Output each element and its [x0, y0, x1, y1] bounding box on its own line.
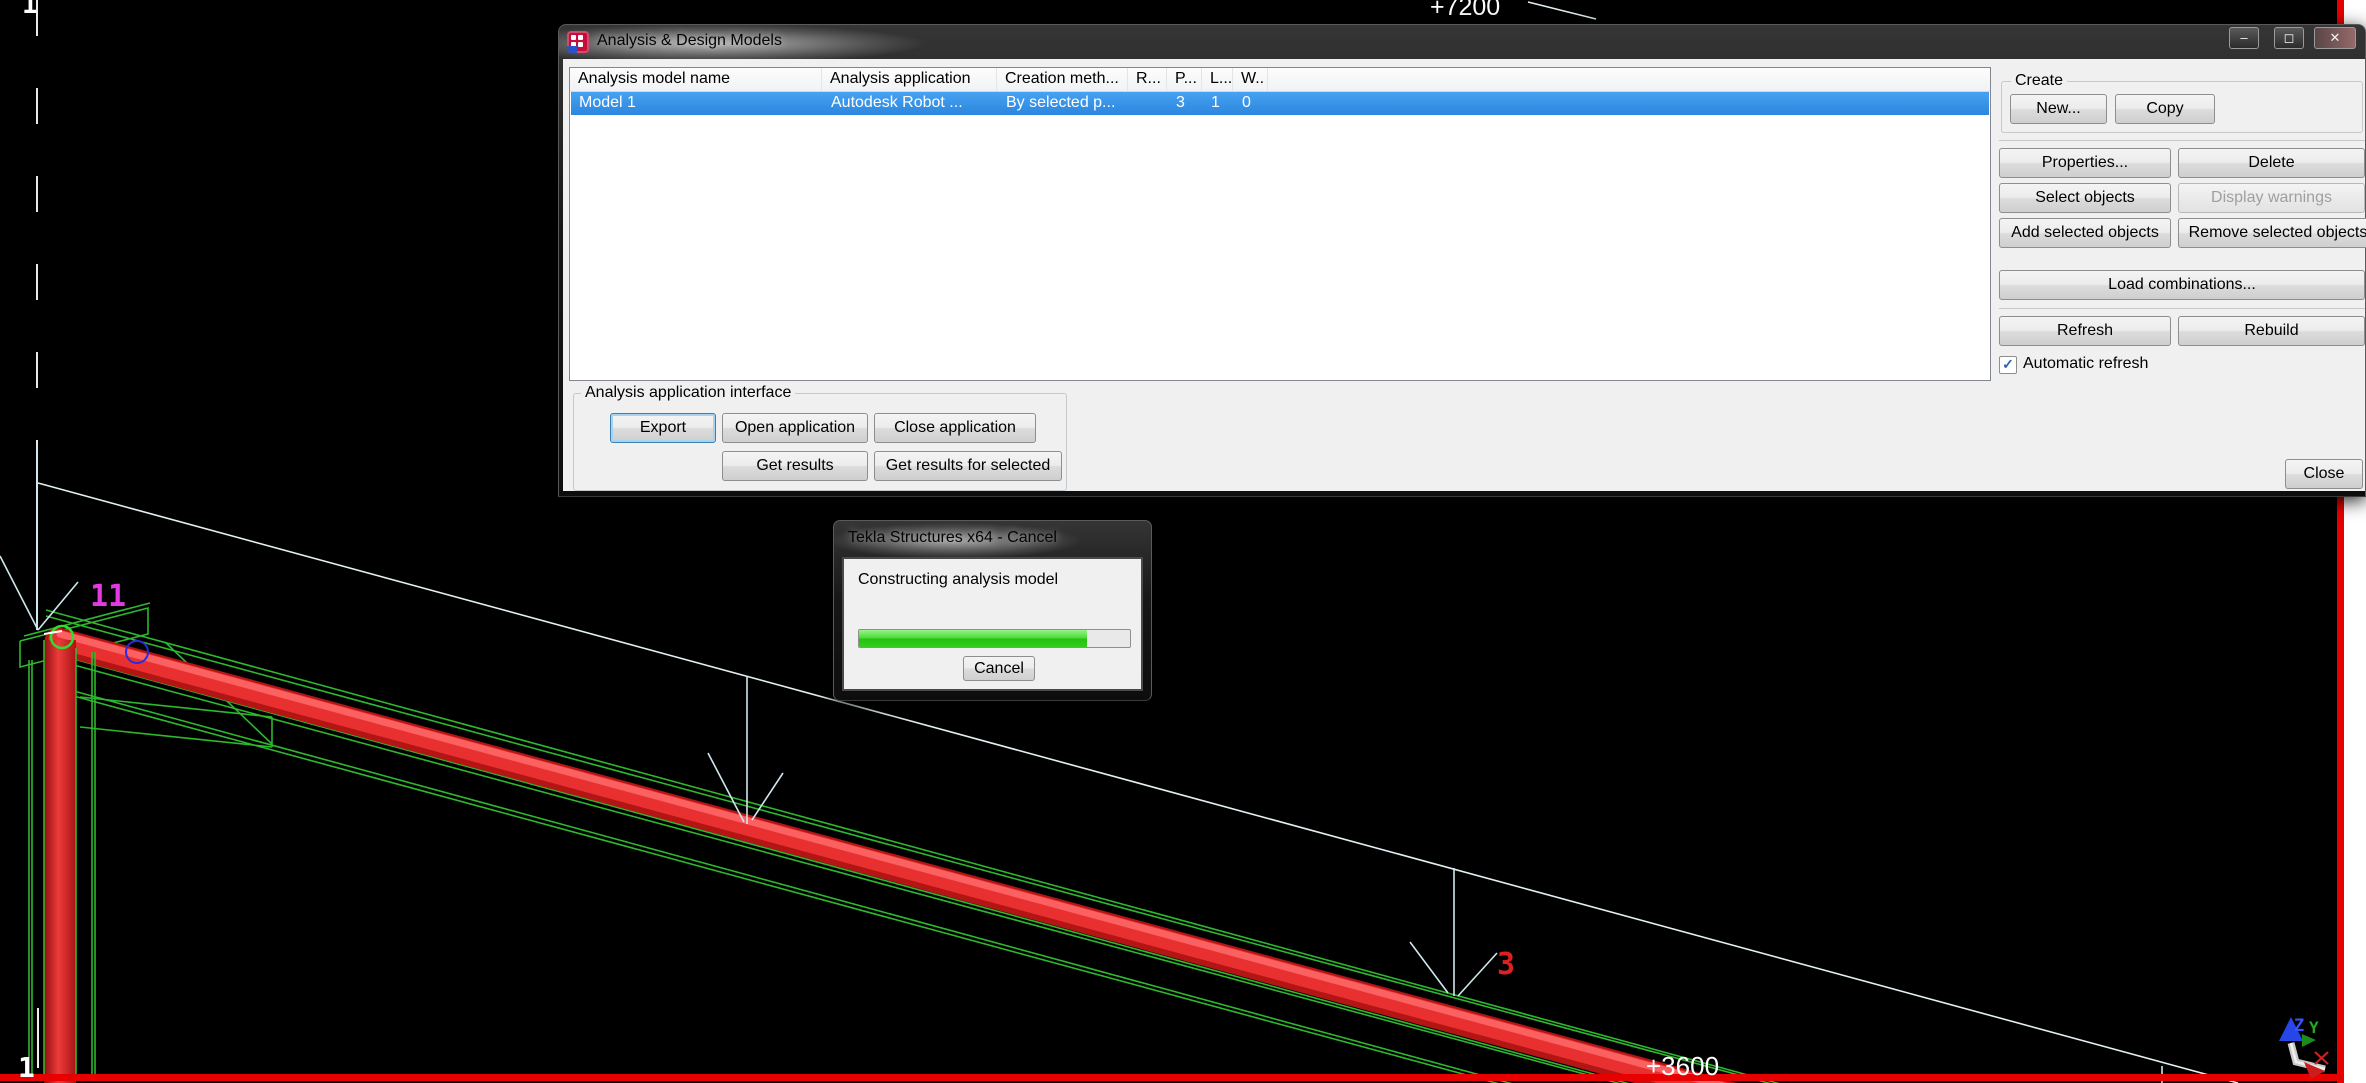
- load-combinations-button[interactable]: Load combinations...: [1999, 270, 2365, 300]
- close-dialog-button[interactable]: Close: [2285, 459, 2363, 489]
- column-header[interactable]: Creation meth...: [997, 68, 1128, 91]
- dialog-title: Analysis & Design Models: [597, 32, 782, 50]
- analysis-models-table: Analysis model name Analysis application…: [569, 67, 1991, 381]
- column-header[interactable]: L...: [1202, 68, 1233, 91]
- cell-l: 1: [1203, 92, 1234, 115]
- cell-application: Autodesk Robot ...: [823, 92, 998, 115]
- properties-button[interactable]: Properties...: [1999, 148, 2171, 178]
- add-selected-objects-button[interactable]: Add selected objects: [1999, 218, 2171, 248]
- grid-line-1: [37, 0, 38, 1068]
- delete-button[interactable]: Delete: [2178, 148, 2365, 178]
- copy-button[interactable]: Copy: [2115, 94, 2215, 124]
- remove-selected-objects-button[interactable]: Remove selected objects: [2178, 218, 2366, 248]
- elevation-label-top: +7200: [1430, 0, 1500, 21]
- get-results-for-selected-button[interactable]: Get results for selected: [874, 451, 1062, 481]
- ucs-axes-icon: Z Y: [2279, 1016, 2328, 1079]
- new-button[interactable]: New...: [2010, 94, 2107, 124]
- tekla-icon: [567, 31, 589, 53]
- open-application-button[interactable]: Open application: [722, 413, 868, 443]
- table-row-selected[interactable]: Model 1 Autodesk Robot ... By selected p…: [571, 92, 1989, 115]
- dialog-titlebar[interactable]: Analysis & Design Models – ◻ ✕: [559, 25, 2365, 59]
- display-warnings-button[interactable]: Display warnings: [2178, 183, 2365, 213]
- progress-bar: [858, 629, 1131, 648]
- bottom-beam-strip: [0, 1074, 2344, 1081]
- grid-label-bottom: 1: [18, 1051, 35, 1083]
- elevation-label-bottom: +3600: [1646, 1051, 1719, 1081]
- progress-title: Tekla Structures x64 - Cancel: [848, 529, 1057, 547]
- progress-fill: [859, 630, 1087, 647]
- cell-p: 3: [1168, 92, 1203, 115]
- close-application-button[interactable]: Close application: [874, 413, 1036, 443]
- automatic-refresh-checkbox[interactable]: ✓: [1999, 356, 2017, 374]
- column-header[interactable]: P...: [1167, 68, 1202, 91]
- node-label-3: 3: [1497, 947, 1515, 982]
- progress-message: Constructing analysis model: [858, 571, 1058, 589]
- progress-dialog: Tekla Structures x64 - Cancel Constructi…: [833, 520, 1152, 701]
- cell-w: 0: [1234, 92, 1269, 115]
- analysis-design-models-dialog: Analysis & Design Models – ◻ ✕ Analysis …: [558, 24, 2366, 497]
- close-window-button[interactable]: ✕: [2314, 27, 2356, 49]
- maximize-button[interactable]: ◻: [2274, 27, 2304, 49]
- column-header[interactable]: Analysis model name: [570, 68, 822, 91]
- progress-client-area: Constructing analysis model Cancel: [842, 557, 1143, 691]
- cell-model-name: Model 1: [571, 92, 823, 115]
- table-header-row: Analysis model name Analysis application…: [570, 68, 1990, 92]
- progress-titlebar[interactable]: Tekla Structures x64 - Cancel: [834, 521, 1151, 557]
- rebuild-button[interactable]: Rebuild: [2178, 316, 2365, 346]
- column-beam[interactable]: [44, 640, 76, 1083]
- tekla-structures-screen: 1 +7200 11 3 +3600 1 Z Y An: [0, 0, 2366, 1083]
- select-objects-button[interactable]: Select objects: [1999, 183, 2171, 213]
- rafter-beam[interactable]: [58, 634, 1764, 1083]
- refresh-button[interactable]: Refresh: [1999, 316, 2171, 346]
- column-header[interactable]: R...: [1128, 68, 1167, 91]
- export-button[interactable]: Export: [610, 413, 716, 443]
- axis-label-z: Z: [2294, 1016, 2304, 1036]
- column-header[interactable]: W..: [1233, 68, 1268, 91]
- roof-line-segment-top: [1528, 2, 1596, 19]
- node-label-11: 11: [90, 579, 126, 614]
- dialog-client-area: Analysis model name Analysis application…: [563, 59, 2365, 491]
- grid-label-top: 1: [22, 0, 38, 20]
- interface-group-label: Analysis application interface: [581, 384, 795, 402]
- column-header[interactable]: Analysis application: [822, 68, 997, 91]
- cell-r: [1129, 92, 1168, 115]
- cell-creation: By selected p...: [998, 92, 1129, 115]
- cancel-button[interactable]: Cancel: [963, 656, 1035, 681]
- axis-label-y: Y: [2309, 1018, 2319, 1037]
- get-results-button[interactable]: Get results: [722, 451, 868, 481]
- minimize-button[interactable]: –: [2229, 27, 2259, 49]
- create-group-label: Create: [2011, 72, 2067, 90]
- automatic-refresh-label: Automatic refresh: [2023, 355, 2148, 373]
